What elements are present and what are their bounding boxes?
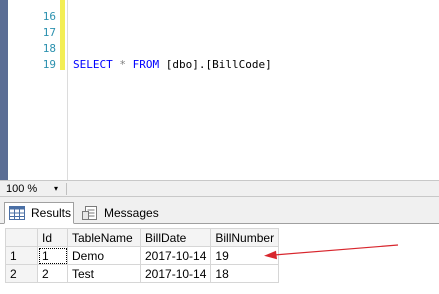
- grid-cell[interactable]: 2017-10-14: [139, 264, 212, 283]
- tab-messages-label: Messages: [104, 206, 159, 220]
- zoom-level[interactable]: 100 %: [6, 182, 37, 196]
- grid-cell[interactable]: Test: [67, 264, 141, 283]
- keyword-select: SELECT: [73, 58, 113, 71]
- code-line-19[interactable]: SELECT * FROM [dbo].[BillCode]: [73, 57, 272, 73]
- editor-margin-line: [67, 0, 68, 180]
- zoom-bar: 100 % ▾: [0, 180, 439, 197]
- line-number: 17: [42, 26, 56, 39]
- results-grid-area: Id TableName BillDate BillNumber 1 1 Dem…: [0, 224, 439, 294]
- editor-left-bar: [0, 0, 8, 180]
- line-number: 18: [42, 42, 56, 55]
- column-header-billnumber[interactable]: BillNumber: [210, 228, 280, 247]
- column-header-billdate[interactable]: BillDate: [139, 228, 212, 247]
- grid-cell[interactable]: 2017-10-14: [139, 246, 212, 265]
- row-number[interactable]: 1: [5, 246, 38, 265]
- results-tab-strip: Results Messages: [0, 197, 439, 224]
- line-number-gutter: 16 17 18 19: [8, 0, 56, 180]
- column-header-id[interactable]: Id: [37, 228, 68, 247]
- zoom-separator: [66, 183, 67, 195]
- table-identifier: [dbo].[BillCode]: [165, 58, 272, 71]
- keyword-from: FROM: [132, 58, 160, 71]
- messages-icon: [82, 206, 97, 220]
- grid-header-row: Id TableName BillDate BillNumber: [5, 228, 280, 247]
- grid-cell[interactable]: Demo: [67, 246, 141, 265]
- grid-icon: [9, 206, 25, 220]
- operator-star: *: [119, 58, 126, 71]
- row-header-corner[interactable]: [5, 228, 38, 247]
- tab-results-label: Results: [31, 206, 72, 220]
- tab-results[interactable]: Results: [4, 202, 74, 224]
- table-row[interactable]: 2 2 Test 2017-10-14 18: [5, 264, 280, 283]
- line-number: 16: [42, 10, 56, 23]
- change-tracking-bar: [60, 0, 65, 70]
- table-row[interactable]: 1 1 Demo 2017-10-14 19: [5, 246, 280, 265]
- grid-cell[interactable]: 2: [37, 264, 68, 283]
- line-number: 19: [42, 58, 56, 71]
- chevron-down-icon[interactable]: ▾: [54, 183, 58, 195]
- column-header-tablename[interactable]: TableName: [67, 228, 141, 247]
- row-number[interactable]: 2: [5, 264, 38, 283]
- results-grid: Id TableName BillDate BillNumber 1 1 Dem…: [5, 228, 280, 283]
- grid-cell[interactable]: 1: [37, 246, 68, 265]
- grid-cell[interactable]: 19: [210, 246, 280, 265]
- tab-messages[interactable]: Messages: [78, 202, 159, 224]
- query-editor[interactable]: 16 17 18 19 SELECT * FROM [dbo].[BillCod…: [0, 0, 439, 180]
- grid-cell[interactable]: 18: [210, 264, 280, 283]
